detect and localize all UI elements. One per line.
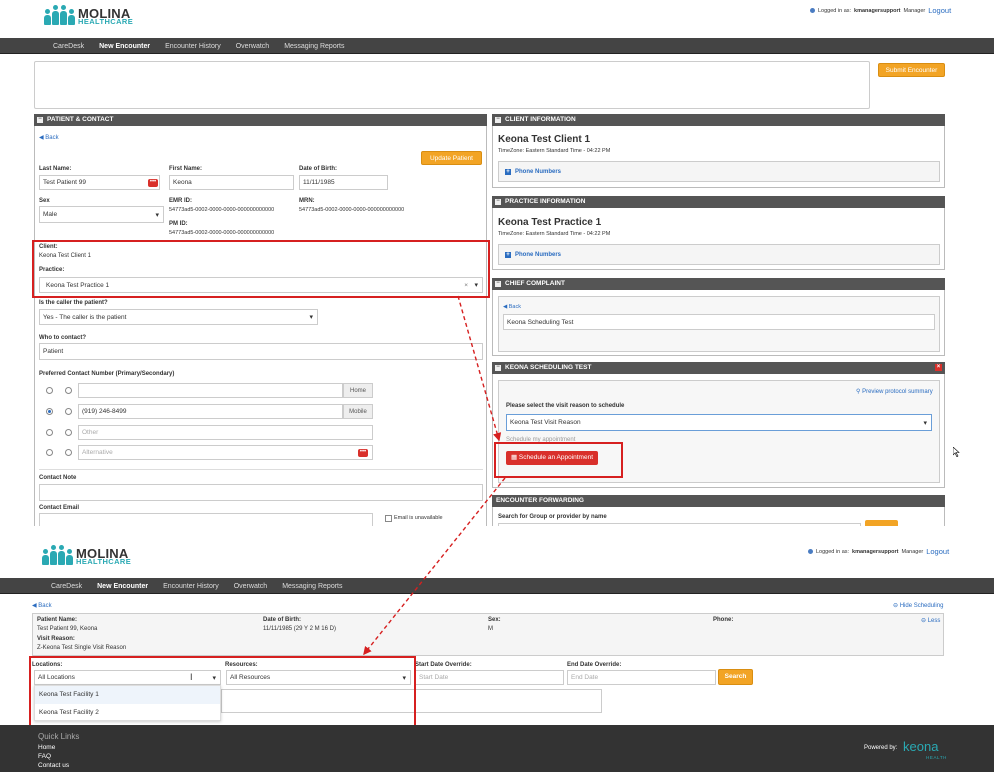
footer-faq-link[interactable]: FAQ xyxy=(38,753,51,760)
footer: Quick Links Home FAQ Contact us Powered … xyxy=(0,725,994,772)
keona-logo: keona xyxy=(903,739,939,754)
footer-home-link[interactable]: Home xyxy=(38,744,55,751)
footer-contact-link[interactable]: Contact us xyxy=(38,762,69,769)
annotation-arrows xyxy=(363,295,506,656)
keona-health-text: HEALTH xyxy=(926,755,948,760)
quick-links-heading: Quick Links xyxy=(38,732,80,741)
arrow-to-locations xyxy=(363,477,506,656)
powered-by-text: Powered by: xyxy=(864,745,898,751)
arrow-to-schedule xyxy=(457,295,502,442)
